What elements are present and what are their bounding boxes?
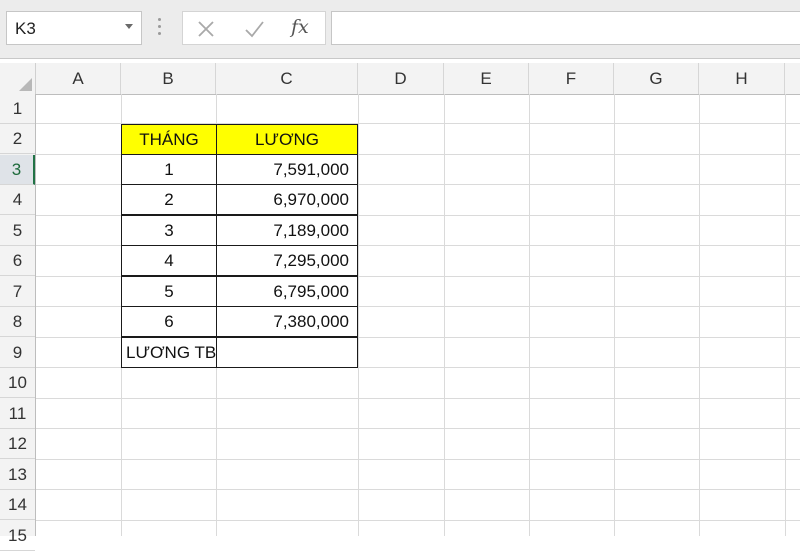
row-header-4[interactable]: 4: [0, 185, 35, 215]
formula-input[interactable]: [331, 11, 800, 45]
row-header-10[interactable]: 10: [0, 368, 35, 398]
drag-handle-icon[interactable]: [158, 18, 162, 38]
cell-salary[interactable]: 6,795,000: [216, 276, 358, 307]
row-header-13[interactable]: 13: [0, 460, 35, 490]
formula-buttons: fx: [182, 11, 326, 45]
cell-month[interactable]: 5: [121, 276, 217, 307]
column-header-a[interactable]: A: [36, 63, 121, 94]
cell-salary[interactable]: 7,189,000: [216, 215, 358, 246]
column-header-g[interactable]: G: [614, 63, 699, 94]
row-header-2[interactable]: 2: [0, 124, 35, 154]
table-header-salary[interactable]: LƯƠNG: [216, 124, 358, 155]
row-header-3[interactable]: 3: [0, 155, 35, 185]
column-header-d[interactable]: D: [358, 63, 444, 94]
cell-salary[interactable]: 6,970,000: [216, 184, 358, 215]
column-header-row: A B C D E F G H: [0, 63, 800, 95]
row-header-5[interactable]: 5: [0, 216, 35, 246]
cell-salary[interactable]: 7,295,000: [216, 245, 358, 276]
row-header-14[interactable]: 14: [0, 490, 35, 520]
row-header-7[interactable]: 7: [0, 277, 35, 307]
row-header-11[interactable]: 11: [0, 399, 35, 429]
table-header-month[interactable]: THÁNG: [121, 124, 217, 155]
cell-salary[interactable]: 7,380,000: [216, 306, 358, 337]
column-header-f[interactable]: F: [529, 63, 614, 94]
insert-function-button[interactable]: fx: [291, 16, 309, 38]
cell-average-value[interactable]: [216, 337, 358, 368]
row-header-12[interactable]: 12: [0, 429, 35, 459]
row-header-column: 1 2 3 4 5 6 7 8 9 10 11 12 13 14 15: [0, 94, 36, 551]
row-header-6[interactable]: 6: [0, 246, 35, 276]
column-header-h[interactable]: H: [699, 63, 785, 94]
row-header-1[interactable]: 1: [0, 94, 35, 124]
cell-month[interactable]: 1: [121, 154, 217, 185]
chevron-down-icon[interactable]: [125, 24, 133, 29]
cell-month[interactable]: 6: [121, 306, 217, 337]
cell-salary[interactable]: 7,591,000: [216, 154, 358, 185]
cell-average-label[interactable]: LƯƠNG TB: [121, 337, 217, 368]
column-header-b[interactable]: B: [121, 63, 216, 94]
column-header-e[interactable]: E: [444, 63, 529, 94]
formula-bar: K3 fx: [0, 0, 800, 59]
check-icon[interactable]: [241, 16, 267, 42]
cell-month[interactable]: 3: [121, 215, 217, 246]
row-header-8[interactable]: 8: [0, 307, 35, 337]
name-box[interactable]: K3: [6, 11, 142, 45]
row-header-9[interactable]: 9: [0, 338, 35, 368]
name-box-value: K3: [15, 19, 36, 38]
close-icon[interactable]: [193, 16, 219, 42]
row-header-15[interactable]: 15: [0, 521, 35, 551]
column-header-c[interactable]: C: [216, 63, 358, 94]
select-all-button[interactable]: [0, 63, 36, 94]
cell-month[interactable]: 4: [121, 245, 217, 276]
cell-month[interactable]: 2: [121, 184, 217, 215]
